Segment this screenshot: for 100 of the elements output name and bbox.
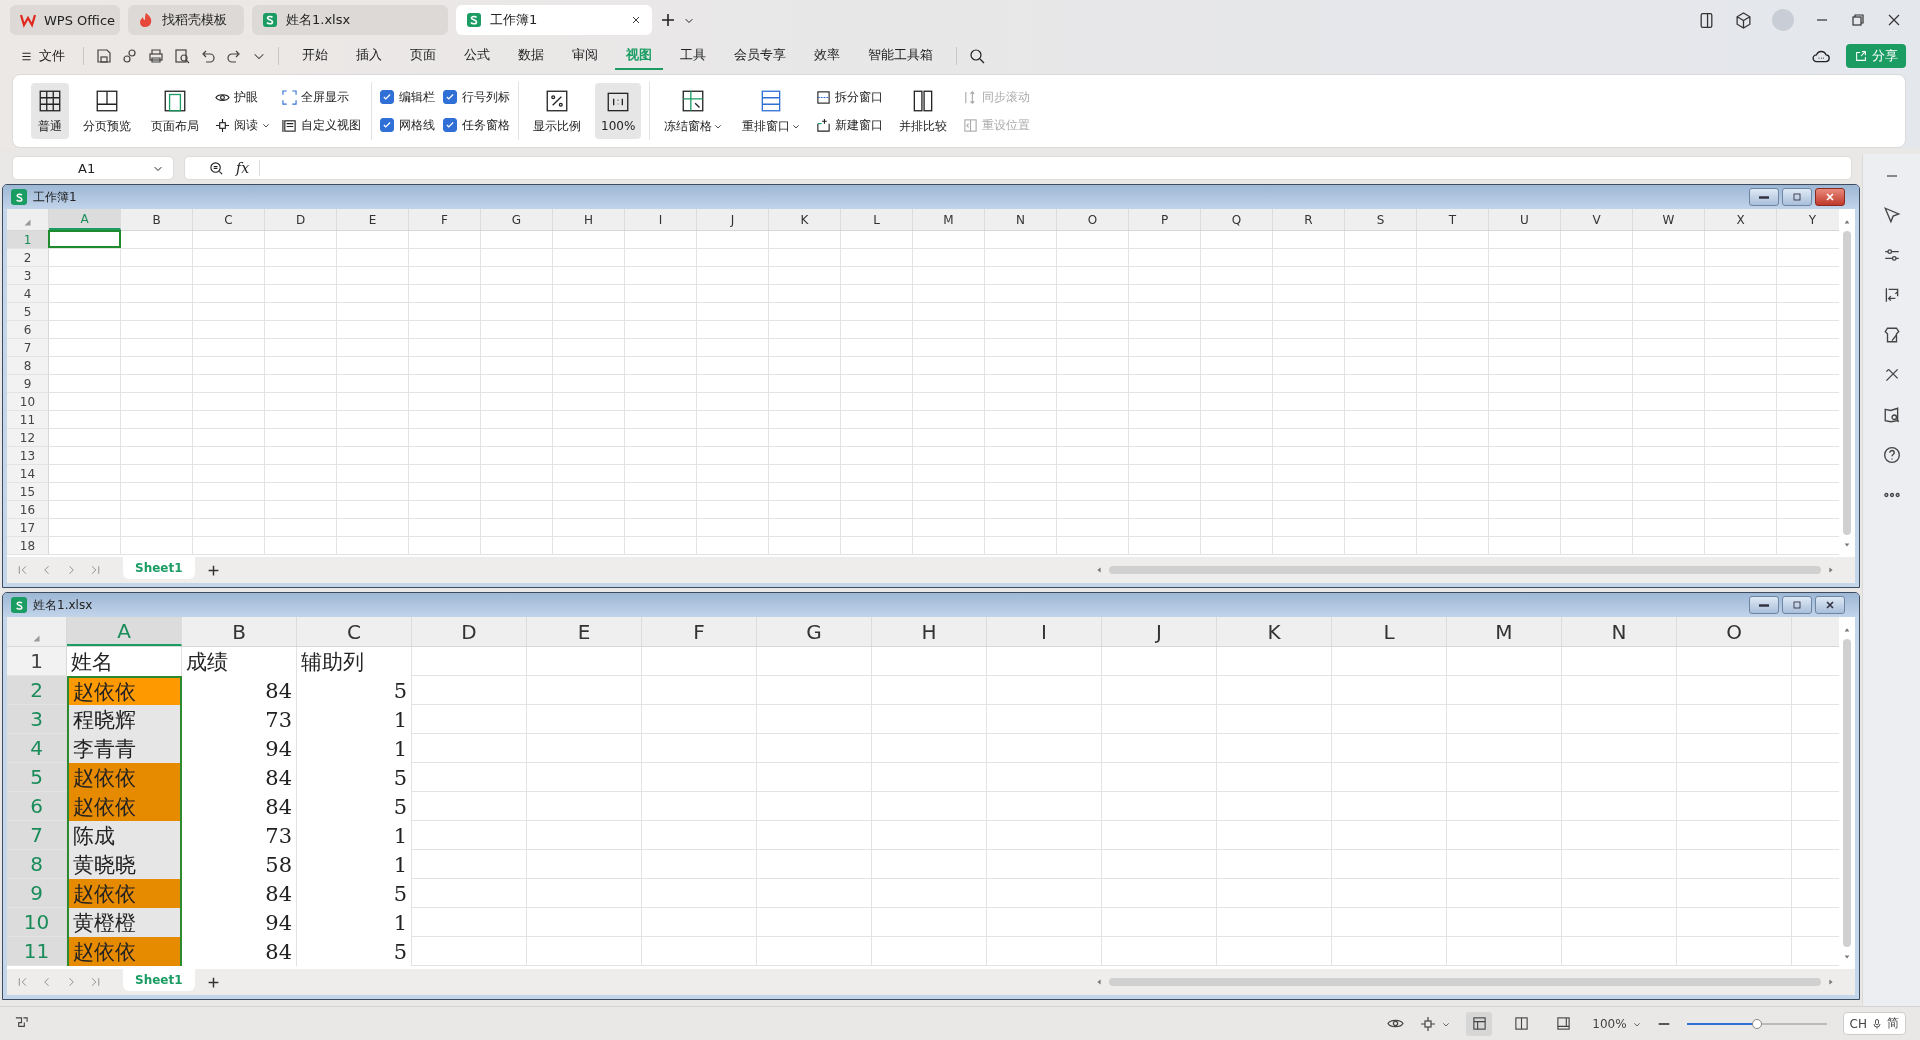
save-icon[interactable] [96,48,112,64]
column-header[interactable]: T [1417,209,1489,230]
column-header[interactable]: I [625,209,697,230]
link-icon[interactable] [122,48,138,64]
row-header[interactable]: 18 [7,537,49,555]
row-header[interactable]: 8 [7,357,49,375]
formula-field[interactable]: fx [184,156,1852,180]
column-header[interactable]: R [1273,209,1345,230]
column-header[interactable]: F [409,209,481,230]
ribbon-button[interactable]: 拆分窗口 [814,86,886,108]
minimize-button[interactable] [1749,188,1779,206]
column-header[interactable]: G [757,617,872,646]
menu-tab[interactable]: 公式 [453,42,501,70]
view-mode-button[interactable] [1466,1011,1493,1036]
column-header[interactable]: L [1332,617,1447,646]
search-icon[interactable] [969,48,985,64]
ribbon-button[interactable]: 100% [595,83,642,139]
menu-tab[interactable]: 页面 [399,42,447,70]
column-header[interactable]: N [985,209,1057,230]
column-header[interactable]: N [1562,617,1677,646]
sliders-icon[interactable] [1882,246,1901,264]
share-button[interactable]: 分享 [1846,44,1906,68]
menu-tab[interactable]: 效率 [803,42,851,70]
ribbon-button[interactable]: 重排窗口 [736,83,807,139]
ribbon-button[interactable]: 冻结窗格 [658,83,729,139]
column-header[interactable]: E [527,617,642,646]
column-header[interactable]: J [697,209,769,230]
ribbon-button[interactable]: 自定义视图 [280,114,363,136]
row-header[interactable]: 13 [7,447,49,465]
column-header[interactable]: O [1677,617,1792,646]
column-header[interactable]: P [1129,209,1201,230]
checkbox[interactable] [443,90,457,104]
column-header[interactable]: D [265,209,337,230]
ribbon-button[interactable]: 全屏显示 [280,86,363,108]
tablet-icon[interactable] [1698,11,1715,29]
sheet-tab[interactable]: Sheet1 [123,969,195,991]
cursor-icon[interactable] [1882,206,1901,224]
undo-icon[interactable] [200,48,216,64]
minimize-button[interactable] [1749,596,1779,614]
checkbox-option[interactable]: 行号列标 [443,86,510,108]
close-button[interactable] [1815,596,1845,614]
column-header[interactable]: S [1345,209,1417,230]
active-cell[interactable] [48,230,121,248]
column-header[interactable]: M [1447,617,1562,646]
row-header[interactable]: 6 [7,321,49,339]
column-header[interactable]: H [553,209,625,230]
menu-tab[interactable]: 插入 [345,42,393,70]
help-icon[interactable] [1882,446,1901,464]
row-header[interactable]: 5 [7,303,49,321]
row-header[interactable]: 10 [7,393,49,411]
menu-tab[interactable]: 会员专享 [723,42,797,70]
row-header[interactable]: 9 [7,375,49,393]
row-header[interactable]: 15 [7,483,49,501]
row-header[interactable]: 7 [7,339,49,357]
checkbox[interactable] [380,90,394,104]
column-header[interactable]: J [1102,617,1217,646]
column-header[interactable]: O [1057,209,1129,230]
column-header[interactable]: X [1705,209,1777,230]
focus-mode-button[interactable] [1420,1015,1451,1032]
menu-tab[interactable]: 数据 [507,42,555,70]
column-header[interactable]: W [1633,209,1705,230]
horizontal-scrollbar[interactable] [1095,564,1835,576]
document-tab[interactable]: 找稻壳模板 [128,5,244,35]
column-header[interactable]: K [769,209,841,230]
ribbon-button[interactable]: 并排比较 [893,83,954,139]
name-box[interactable]: A1 [12,156,174,180]
file-menu[interactable]: 文件 [14,47,71,65]
column-header[interactable]: U [1489,209,1561,230]
row-header[interactable]: 11 [7,411,49,429]
checkbox-option[interactable]: 编辑栏 [380,86,435,108]
column-header[interactable]: E [337,209,409,230]
checkbox[interactable] [443,118,457,132]
zoom-dropdown[interactable]: 100% [1592,1016,1641,1031]
column-header[interactable]: L [841,209,913,230]
document-tab[interactable]: 姓名1.xlsx [252,5,448,35]
checkbox[interactable] [380,118,394,132]
ribbon-button[interactable]: 护眼 [213,86,272,108]
close-icon[interactable] [630,14,642,26]
column-header[interactable]: M [913,209,985,230]
row-header[interactable]: 14 [7,465,49,483]
row-header[interactable]: 2 [7,249,49,267]
add-sheet-icon[interactable] [206,975,220,989]
cube-icon[interactable] [1735,11,1752,29]
close-icon[interactable] [1886,12,1902,28]
ribbon-button[interactable]: 显示比例 [527,83,587,139]
column-header[interactable]: C [297,617,412,646]
column-header[interactable]: Q [1201,209,1273,230]
menu-tab[interactable]: 审阅 [561,42,609,70]
print-preview-icon[interactable] [174,48,190,64]
input-method-indicator[interactable]: CH 简 [1842,1012,1906,1035]
row-header[interactable]: 16 [7,501,49,519]
column-header[interactable]: K [1217,617,1332,646]
checkbox-option[interactable]: 任务窗格 [443,114,510,136]
row-header[interactable]: 3 [7,267,49,285]
column-header[interactable]: B [182,617,297,646]
new-tab-icon[interactable] [660,12,676,28]
ribbon-button[interactable]: 分页预览 [77,83,137,139]
column-header[interactable]: F [642,617,757,646]
restore-icon[interactable] [1850,12,1866,28]
shirt-brush-icon[interactable] [1882,326,1901,344]
